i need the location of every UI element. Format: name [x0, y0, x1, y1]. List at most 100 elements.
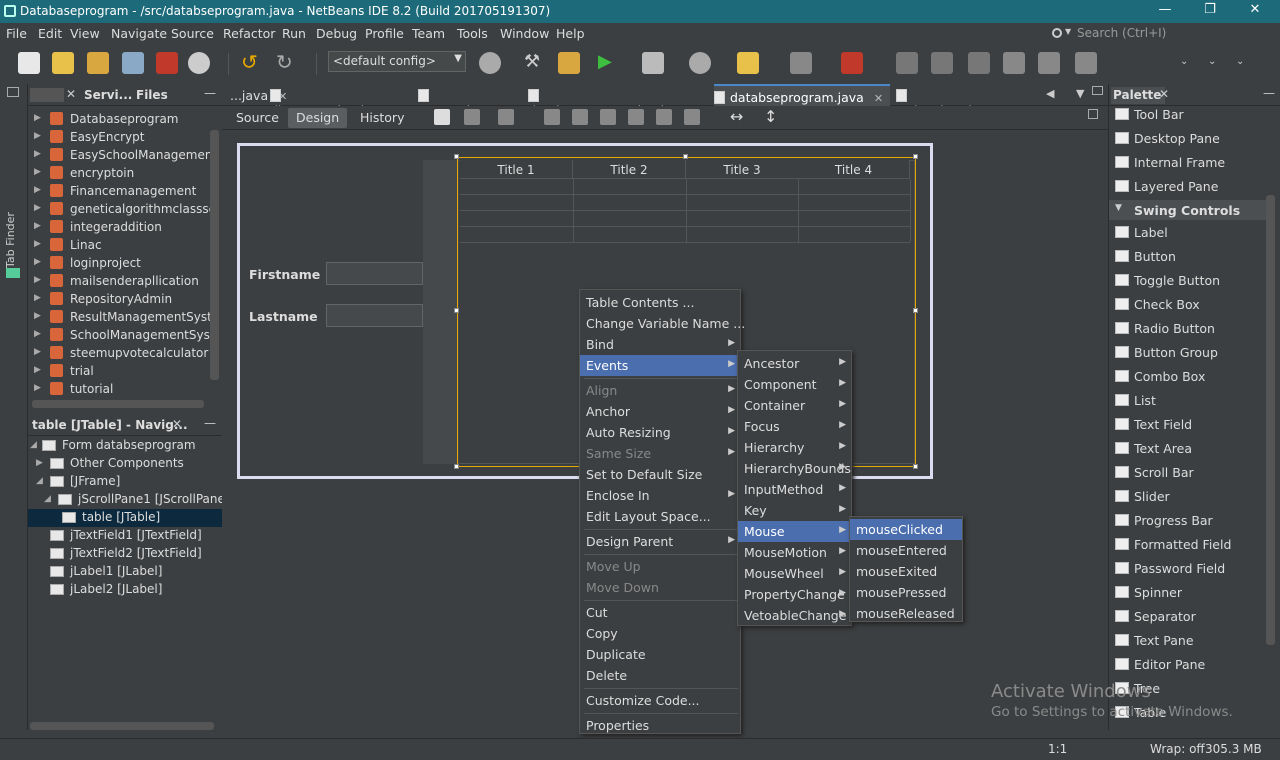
restore-window-icon[interactable]	[1092, 86, 1103, 95]
palette-item-combo-box[interactable]: Combo Box	[1109, 366, 1269, 388]
palette-item-formatted-field[interactable]: Formatted Field	[1109, 534, 1269, 556]
menu-item-mousemotion[interactable]: MouseMotion ▶	[738, 542, 851, 563]
build-hammer-icon[interactable]: ⚒	[524, 52, 546, 74]
menu-item-mouseclicked[interactable]: mouseClicked	[850, 519, 962, 540]
tree-item[interactable]: ▶ ResultManagementSyste	[28, 308, 212, 326]
navigator-item[interactable]: ▶ Other Components	[28, 455, 222, 473]
menu-source[interactable]: Source	[171, 26, 214, 41]
palette-item-internal-frame[interactable]: Internal Frame	[1109, 152, 1269, 174]
resize-handle[interactable]	[454, 308, 459, 313]
menu-item-focus[interactable]: Focus ▶	[738, 416, 851, 437]
firstname-field[interactable]	[326, 262, 423, 285]
close-button[interactable]: ✕	[1240, 2, 1270, 20]
chevron-down-icon[interactable]: ◢	[44, 494, 51, 504]
navigator-item[interactable]: ◢ jScrollPane1 [JScrollPane]	[28, 491, 230, 509]
palette-item-separator[interactable]: Separator	[1109, 606, 1269, 628]
palette-item-text-area[interactable]: Text Area	[1109, 438, 1269, 460]
resize-handle[interactable]	[913, 154, 918, 159]
chevron-right-icon[interactable]: ▶	[34, 167, 41, 177]
editor-tab-dbconnection-java[interactable]: dbConnection.java✕	[270, 84, 414, 118]
palette-item-slider[interactable]: Slider	[1109, 486, 1269, 508]
palette-item-label[interactable]: Label	[1109, 222, 1269, 244]
menu-team[interactable]: Team	[412, 26, 445, 41]
open-project-icon[interactable]	[87, 52, 109, 74]
palette-item-text-pane[interactable]: Text Pane	[1109, 630, 1269, 652]
palette-item-progress-bar[interactable]: Progress Bar	[1109, 510, 1269, 532]
palette-item-tree[interactable]: Tree	[1109, 678, 1269, 700]
tree-item[interactable]: ▶ Linac	[28, 236, 212, 254]
new-project-icon[interactable]	[52, 52, 74, 74]
center-horizontally-icon[interactable]	[600, 109, 616, 125]
lastname-field[interactable]	[326, 304, 423, 327]
navigator-item[interactable]: jTextField1 [JTextField]	[28, 527, 222, 545]
navigator-item[interactable]: jLabel1 [JLabel]	[28, 563, 222, 581]
menu-item-design-parent[interactable]: Design Parent ▶	[580, 531, 740, 552]
editor-tab-stringclass-java[interactable]: Stringclass.java✕	[896, 84, 1026, 118]
selection-mode-icon[interactable]	[434, 109, 450, 125]
menu-item-events[interactable]: Events ▶	[580, 355, 740, 376]
horizontal-scrollbar[interactable]	[30, 722, 214, 730]
menu-item-move-up[interactable]: Move Up	[580, 556, 740, 577]
search-input[interactable]: Search (Ctrl+I)	[1077, 26, 1166, 40]
chevron-right-icon[interactable]: ▶	[34, 257, 41, 267]
close-icon[interactable]: ✕	[66, 87, 76, 101]
menu-item-mousewheel[interactable]: MouseWheel ▶	[738, 563, 851, 584]
preview-design-icon[interactable]	[498, 109, 514, 125]
chevron-down-icon[interactable]: ⌄	[1208, 52, 1230, 74]
menu-item-mouse[interactable]: Mouse ▶	[738, 521, 851, 542]
tab-finder-icon[interactable]	[6, 268, 20, 278]
chevron-right-icon[interactable]: ▶	[34, 113, 41, 123]
navigator-item[interactable]: jLabel2 [JLabel]	[28, 581, 222, 599]
menu-view[interactable]: View	[70, 26, 100, 41]
tree-item[interactable]: ▶ Databaseprogram	[28, 110, 212, 128]
menu-item-copy[interactable]: Copy	[580, 623, 740, 644]
chevron-left-icon[interactable]: ◀	[1046, 87, 1054, 100]
tree-item[interactable]: ▶ loginproject	[28, 254, 212, 272]
windows-icon[interactable]	[1038, 52, 1060, 74]
tree-item[interactable]: ▶ steemupvotecalculator	[28, 344, 212, 362]
horizontal-resize-icon[interactable]: ↔	[730, 107, 743, 126]
palette-item-text-field[interactable]: Text Field	[1109, 414, 1269, 436]
palette-item-button[interactable]: Button	[1109, 246, 1269, 268]
firstname-label[interactable]: Firstname	[249, 267, 320, 282]
navigator-item[interactable]: table [JTable]	[28, 509, 222, 527]
menu-help[interactable]: Help	[556, 26, 585, 41]
menu-refactor[interactable]: Refactor	[223, 26, 275, 41]
lastname-label[interactable]: Lastname	[249, 309, 318, 324]
menu-item-delete[interactable]: Delete	[580, 665, 740, 686]
tab-projects[interactable]	[30, 88, 64, 102]
window-tool-icon[interactable]	[896, 52, 918, 74]
vertical-scrollbar[interactable]	[210, 130, 219, 380]
save-all-icon[interactable]	[122, 52, 144, 74]
resize-handle[interactable]	[454, 154, 459, 159]
navigator-item[interactable]: ◢ [JFrame]	[28, 473, 222, 491]
editor-tab-databseprogram-java[interactable]: databseprogram.java ✕	[714, 84, 890, 106]
chevron-right-icon[interactable]: ▶	[34, 311, 41, 321]
chevron-right-icon[interactable]: ▶	[34, 347, 41, 357]
chevron-right-icon[interactable]: ▶	[34, 203, 41, 213]
menu-item-bind[interactable]: Bind ▶	[580, 334, 740, 355]
menu-item-mouseentered[interactable]: mouseEntered	[850, 540, 962, 561]
chevron-right-icon[interactable]: ▶	[36, 458, 43, 468]
resize-handle[interactable]	[683, 154, 688, 159]
chevron-right-icon[interactable]: ▶	[34, 185, 41, 195]
maximize-button[interactable]: ❐	[1195, 2, 1225, 20]
chevron-down-icon[interactable]: ▼	[1076, 87, 1084, 100]
menu-item-hierarchy[interactable]: Hierarchy ▶	[738, 437, 851, 458]
clean-build-icon[interactable]	[558, 52, 580, 74]
resize-handle[interactable]	[913, 464, 918, 469]
resize-handle[interactable]	[454, 464, 459, 469]
editor-tab-java[interactable]: ...java ✕	[230, 84, 287, 106]
chevron-right-icon[interactable]: ▶	[34, 275, 41, 285]
menu-navigate[interactable]: Navigate	[111, 26, 167, 41]
menu-item-auto-resizing[interactable]: Auto Resizing ▶	[580, 422, 740, 443]
menu-run[interactable]: Run	[282, 26, 306, 41]
window-tool-icon[interactable]	[968, 52, 990, 74]
chevron-right-icon[interactable]: ▶	[34, 221, 41, 231]
navigator-item[interactable]: ◢ Form databseprogram	[28, 437, 222, 455]
resize-handle[interactable]	[913, 308, 918, 313]
tree-item[interactable]: ▶ encryptoin	[28, 164, 212, 182]
config-select[interactable]: <default config> ▼	[328, 51, 466, 72]
profile-icon[interactable]	[689, 52, 711, 74]
palette-item-spinner[interactable]: Spinner	[1109, 582, 1269, 604]
